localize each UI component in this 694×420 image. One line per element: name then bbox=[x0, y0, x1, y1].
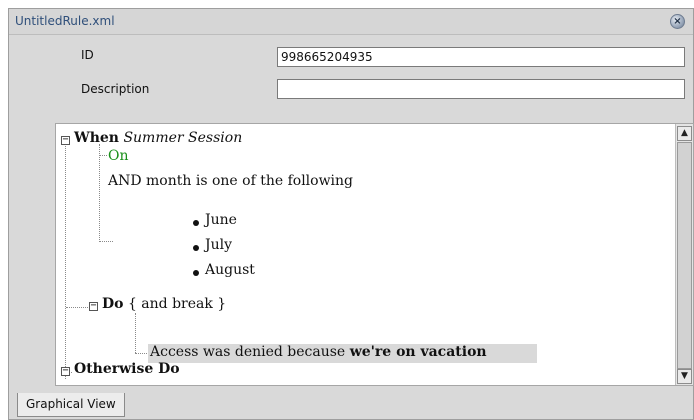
rule-properties-form: ID Description bbox=[9, 35, 693, 123]
when-name: Summer Session bbox=[123, 130, 243, 146]
tree-connector bbox=[99, 155, 107, 156]
tree-connector bbox=[99, 144, 100, 242]
id-field[interactable] bbox=[277, 47, 685, 67]
graphical-view-panel: − When Summer Session On AND month is on… bbox=[55, 123, 694, 386]
scroll-thumb[interactable] bbox=[677, 142, 692, 369]
month-list-item: July bbox=[205, 237, 233, 253]
tree-connector bbox=[135, 313, 136, 353]
rule-editor-window: UntitledRule.xml × ID Description − When… bbox=[8, 8, 694, 420]
collapse-when-icon[interactable]: − bbox=[61, 135, 70, 145]
tree-connector bbox=[65, 144, 66, 379]
bullet-icon bbox=[193, 245, 199, 251]
do-keyword: Do bbox=[102, 296, 124, 312]
collapse-otherwise-icon[interactable]: − bbox=[61, 366, 70, 376]
otherwise-node: Otherwise Do bbox=[74, 361, 180, 377]
tree-connector bbox=[66, 307, 88, 308]
do-modifier: { and break } bbox=[127, 296, 227, 312]
bullet-icon bbox=[193, 220, 199, 226]
window-title: UntitledRule.xml bbox=[15, 14, 115, 28]
description-label: Description bbox=[81, 82, 150, 96]
window-titlebar: UntitledRule.xml × bbox=[9, 9, 693, 35]
id-label: ID bbox=[81, 48, 94, 62]
on-label: On bbox=[108, 148, 129, 164]
month-list-item: June bbox=[205, 212, 237, 228]
action-node[interactable]: Access was denied because we're on vacat… bbox=[150, 344, 487, 360]
description-field[interactable] bbox=[277, 79, 685, 99]
do-node: Do { and break } bbox=[102, 296, 226, 312]
tree-connector bbox=[135, 353, 147, 354]
tab-graphical-view[interactable]: Graphical View bbox=[17, 393, 125, 417]
action-text: Access was denied because bbox=[150, 344, 346, 360]
rule-tree: − When Summer Session On AND month is on… bbox=[56, 124, 676, 385]
month-list-item: August bbox=[205, 262, 255, 278]
close-icon[interactable]: × bbox=[670, 14, 685, 29]
scroll-down-icon[interactable]: ▼ bbox=[677, 369, 692, 384]
scroll-up-icon[interactable]: ▲ bbox=[677, 126, 692, 141]
when-keyword: When bbox=[74, 130, 119, 146]
when-node: When Summer Session bbox=[74, 130, 242, 146]
bullet-icon bbox=[193, 270, 199, 276]
condition-text: AND month is one of the following bbox=[108, 173, 354, 189]
action-emphasis: we're on vacation bbox=[349, 344, 487, 360]
collapse-do-icon[interactable]: − bbox=[89, 301, 98, 311]
vertical-scrollbar[interactable]: ▲ ▼ bbox=[675, 124, 693, 385]
tree-connector bbox=[99, 241, 113, 242]
